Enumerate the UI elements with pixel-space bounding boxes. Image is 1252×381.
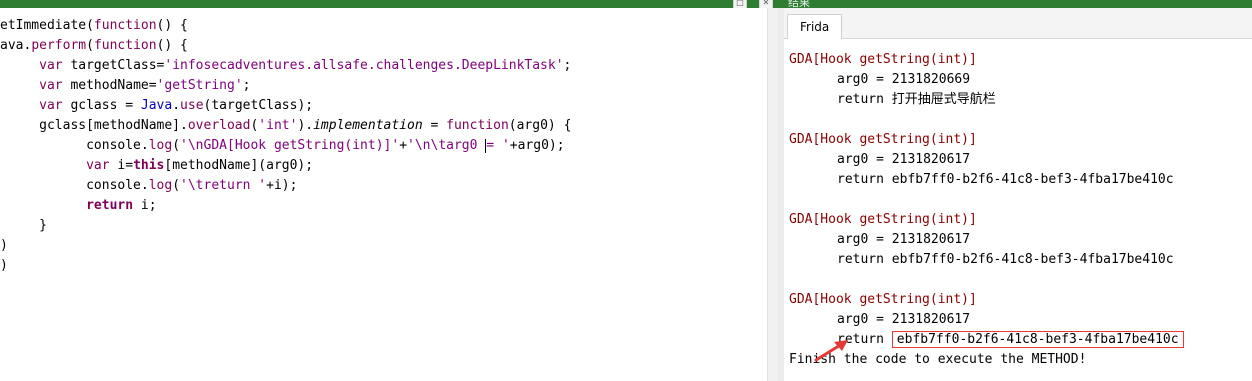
- code-line: gclass[methodName].overload('int').imple…: [0, 116, 571, 136]
- return-value: ebfb7ff0-b2f6-41c8-bef3-4fba17be410c: [891, 252, 1174, 267]
- entry-return: return ebfb7ff0-b2f6-41c8-bef3-4fba17be4…: [837, 250, 1174, 270]
- entry-return: return ebfb7ff0-b2f6-41c8-bef3-4fba17be4…: [837, 330, 1184, 350]
- code-line: var targetClass='infosecadventures.allsa…: [0, 56, 571, 76]
- code-token: var: [39, 78, 63, 93]
- code-token: (: [172, 178, 181, 193]
- code-token: perform: [31, 38, 87, 53]
- code-token: +: [399, 138, 408, 153]
- code-token: +arg0);: [509, 138, 565, 153]
- code-token: log: [148, 178, 173, 193]
- code-line: ): [0, 236, 8, 256]
- code-token: etImmediate(: [0, 18, 94, 33]
- return-label: return: [837, 92, 884, 107]
- entry-arg: arg0 = 2131820617: [837, 152, 971, 167]
- code-token: (arg0) {: [508, 118, 572, 133]
- code-token: 'getString': [156, 78, 243, 93]
- code-token: function: [446, 118, 509, 133]
- code-line: }: [0, 216, 47, 236]
- code-token: implementation: [313, 118, 423, 133]
- code-token: '\n\targ0: [407, 138, 486, 153]
- entry-arg: arg0 = 2131820669: [837, 72, 971, 87]
- console-panel: Frida GDA[Hook getString(int)] arg0 = 21…: [784, 8, 1252, 381]
- code-token: console.: [0, 178, 149, 193]
- code-line: console.log('\nGDA[Hook getString(int)]'…: [0, 136, 565, 156]
- code-token: [methodName](arg0);: [164, 158, 314, 173]
- code-token: methodName=: [62, 78, 157, 93]
- code-token: var: [39, 58, 63, 73]
- hook-header: GDA[Hook getString(int)]: [789, 212, 977, 227]
- hook-header: GDA[Hook getString(int)]: [789, 52, 977, 67]
- code-token: (: [172, 138, 181, 153]
- code-token: ).: [297, 118, 314, 133]
- tab-frida[interactable]: Frida: [787, 14, 843, 39]
- code-token: gclass[methodName].: [0, 118, 188, 133]
- code-token: log: [148, 138, 173, 153]
- code-token: () {: [156, 38, 188, 53]
- code-token: = ': [486, 138, 510, 153]
- return-label: return: [837, 252, 884, 267]
- code-line: var gclass = Java.use(targetClass);: [0, 96, 313, 116]
- hook-header: GDA[Hook getString(int)]: [789, 132, 977, 147]
- code-token: i;: [133, 198, 157, 213]
- entry-arg: arg0 = 2131820617: [837, 312, 971, 327]
- code-token: 'infosecadventures.allsafe.challenges.De…: [164, 58, 564, 73]
- code-token: ;: [242, 78, 251, 93]
- code-token: function: [93, 18, 157, 33]
- code-token: '\nGDA[Hook getString(int)]': [180, 138, 400, 153]
- code-line: console.log('\treturn '+i);: [0, 176, 297, 196]
- code-line: var methodName='getString';: [0, 76, 250, 96]
- code-token: +i);: [266, 178, 298, 193]
- code-line: var i=this[methodName](arg0);: [0, 156, 313, 176]
- code-token: =: [422, 118, 447, 133]
- code-token: return: [86, 198, 134, 213]
- code-token: targetClass=: [62, 58, 165, 73]
- entry-return: return ebfb7ff0-b2f6-41c8-bef3-4fba17be4…: [837, 170, 1174, 190]
- code-token: use: [180, 98, 204, 113]
- code-token: i=: [109, 158, 134, 173]
- code-token: (targetClass);: [203, 98, 314, 113]
- code-token: '\treturn ': [180, 178, 267, 193]
- code-token: ava.: [0, 38, 32, 53]
- code-token: (: [86, 38, 94, 53]
- code-token: Java: [140, 98, 173, 113]
- code-token: () {: [156, 18, 188, 33]
- code-token: ): [0, 238, 8, 253]
- code-token: var: [86, 158, 110, 173]
- console-tabbar: Frida: [784, 8, 1252, 39]
- window-titlebar: [0, 0, 1252, 8]
- code-editor[interactable]: etImmediate(function() {ava.perform(func…: [0, 8, 778, 381]
- code-line: etImmediate(function() {: [0, 16, 188, 36]
- editor-scrollbar[interactable]: [767, 8, 778, 381]
- code-line: return i;: [0, 196, 157, 216]
- hook-header: GDA[Hook getString(int)]: [789, 292, 977, 307]
- code-token: 'int': [258, 118, 298, 133]
- return-value: ebfb7ff0-b2f6-41c8-bef3-4fba17be410c: [891, 172, 1174, 187]
- code-token: ;: [563, 58, 572, 73]
- highlighted-return-value: ebfb7ff0-b2f6-41c8-bef3-4fba17be410c: [891, 331, 1184, 348]
- code-token: .: [172, 98, 181, 113]
- code-token: console.: [0, 138, 149, 153]
- code-line: ): [0, 256, 8, 276]
- code-token: this: [133, 158, 165, 173]
- return-label: return: [837, 172, 884, 187]
- code-line: ava.perform(function() {: [0, 36, 188, 56]
- entry-arg: arg0 = 2131820617: [837, 232, 971, 247]
- code-token: var: [39, 98, 63, 113]
- entry-return: return 打开抽屉式导航栏: [837, 90, 996, 110]
- code-token: overload: [187, 118, 251, 133]
- code-token: gclass =: [62, 98, 141, 113]
- red-arrow-icon: [814, 340, 848, 362]
- code-token: }: [0, 218, 47, 233]
- code-token: function: [93, 38, 157, 53]
- return-value: 打开抽屉式导航栏: [891, 92, 996, 107]
- code-token: ): [0, 258, 8, 273]
